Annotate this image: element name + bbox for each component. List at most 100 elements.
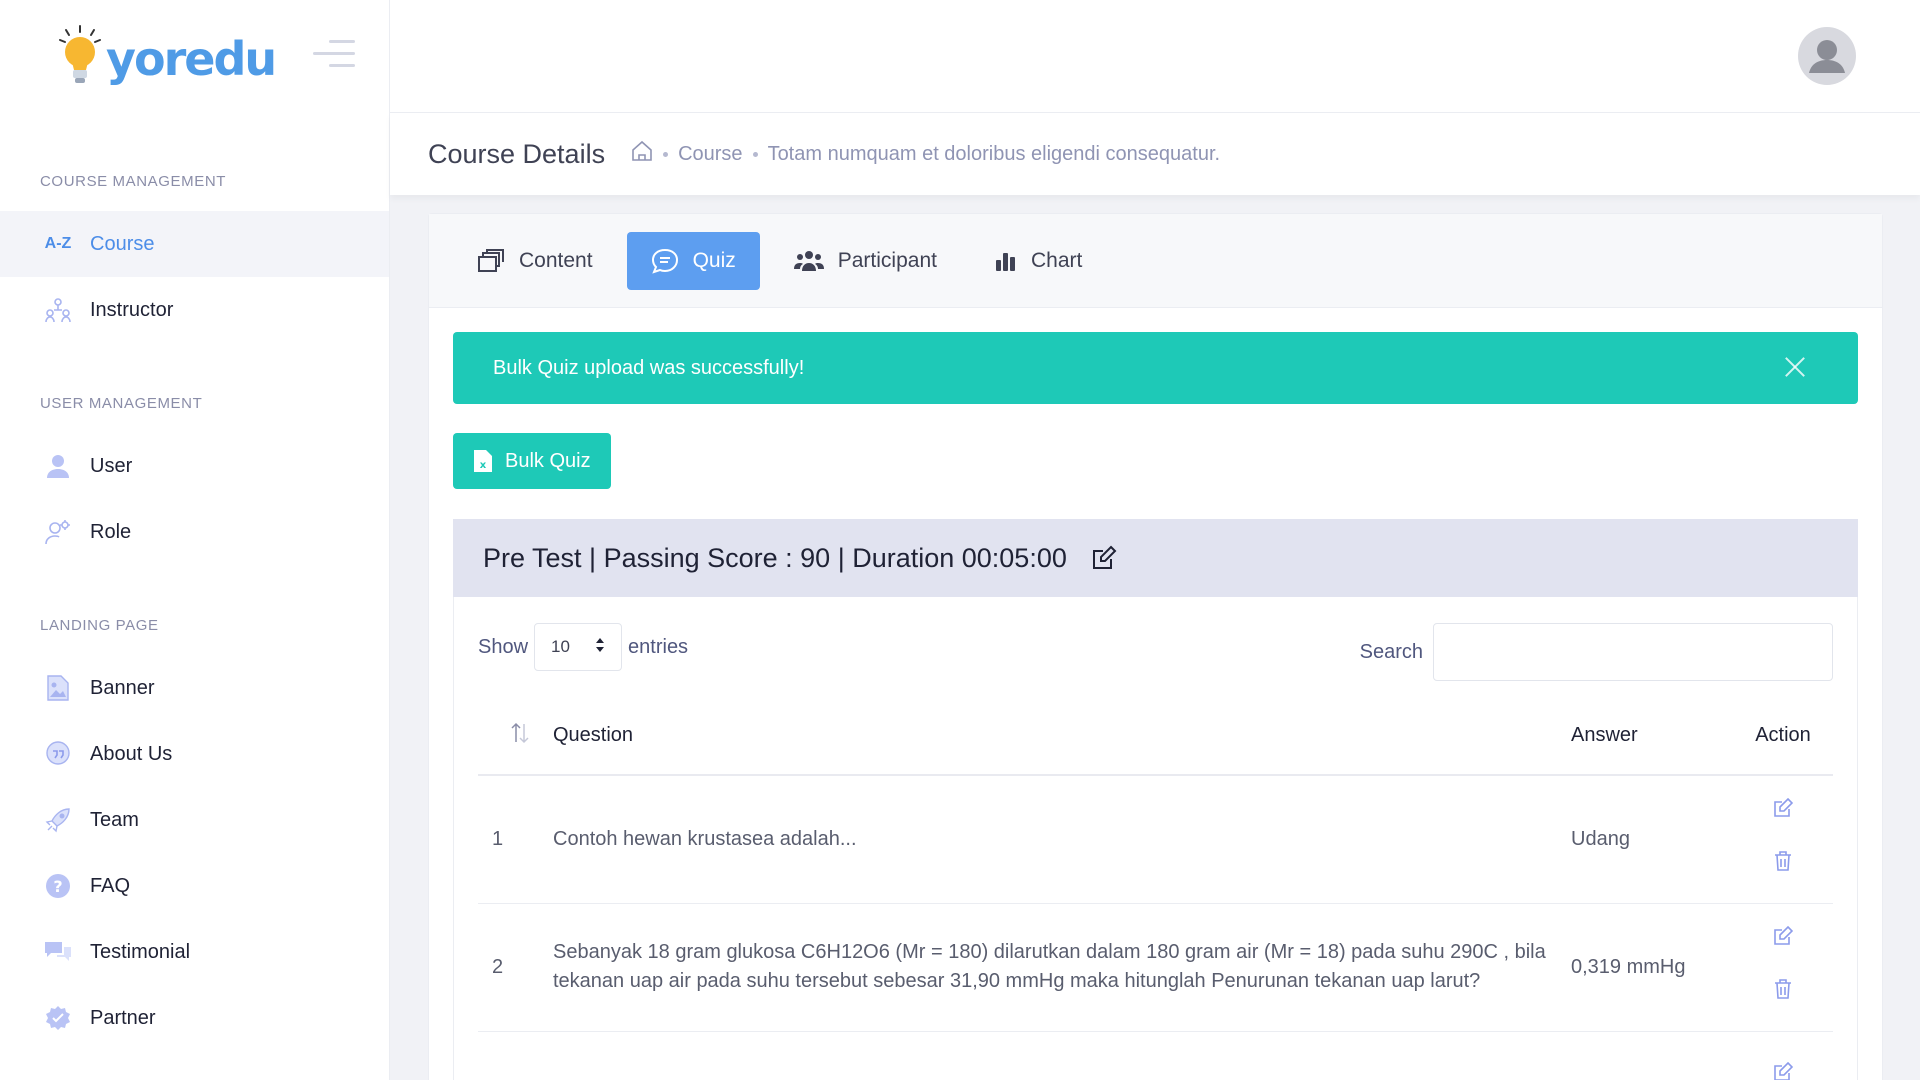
edit-icon[interactable] <box>1773 925 1794 955</box>
sidebar-item-instructor[interactable]: Instructor <box>0 277 389 343</box>
sidebar-item-label: Banner <box>90 676 155 699</box>
user-icon <box>44 452 72 480</box>
tab-bar: Content Quiz Participant Chart <box>429 214 1882 308</box>
sidebar-item-label: Partner <box>90 1006 156 1029</box>
sidebar-item-label: Instructor <box>90 298 174 321</box>
svg-text:x: x <box>480 460 487 471</box>
tab-participant[interactable]: Participant <box>770 232 961 290</box>
search-input[interactable] <box>1433 623 1833 681</box>
page-title: Course Details <box>428 138 606 169</box>
menu-toggle-icon[interactable] <box>313 40 355 76</box>
sidebar-item-label: Role <box>90 520 132 543</box>
image-file-icon <box>44 674 72 702</box>
sort-icon <box>492 722 530 749</box>
people-tree-icon <box>44 296 72 324</box>
excel-file-icon: x <box>473 449 493 473</box>
trash-icon[interactable] <box>1774 979 1792 1008</box>
tab-quiz[interactable]: Quiz <box>626 231 760 290</box>
sidebar-item-testimonial[interactable]: Testimonial <box>0 919 389 985</box>
tab-label: Quiz <box>692 248 736 272</box>
sidebar-item-about-us[interactable]: About Us <box>0 721 389 787</box>
table-row: 2 Sebanyak 18 gram glukosa C6H12O6 (Mr =… <box>478 903 1833 1032</box>
sidebar-item-label: Course <box>90 232 155 255</box>
chat-icon <box>44 938 72 966</box>
alert-message: Bulk Quiz upload was successfully! <box>493 356 805 379</box>
home-icon[interactable] <box>631 140 653 168</box>
topbar <box>390 0 1920 113</box>
row-answer: Udang <box>1571 775 1733 904</box>
course-detail-card: Content Quiz Participant Chart Bulk Quiz… <box>428 213 1883 1080</box>
subheader: Course Details Course Totam numquam et d… <box>390 113 1920 195</box>
row-number: 2 <box>478 903 553 1032</box>
row-actions <box>1733 1031 1833 1080</box>
sidebar-item-label: Team <box>90 808 139 831</box>
table-header-row: Question Answer Action <box>478 697 1833 776</box>
user-gear-icon <box>44 518 72 546</box>
badge-check-icon <box>44 1004 72 1032</box>
quiz-table-wrapper: Show 10 entries Search Question Answer A… <box>453 597 1858 1080</box>
sidebar-item-user[interactable]: User <box>0 433 389 499</box>
breadcrumb: Course Totam numquam et doloribus eligen… <box>631 140 1220 168</box>
close-icon[interactable] <box>1782 354 1808 380</box>
edit-icon[interactable] <box>1091 545 1117 571</box>
table-row: 1 Contoh hewan krustasea adalah... Udang <box>478 775 1833 904</box>
table-search: Search <box>1360 623 1833 681</box>
entries-length: Show 10 entries <box>478 623 688 671</box>
sort-arrows-icon <box>595 637 605 658</box>
user-avatar[interactable] <box>1798 27 1856 85</box>
answer-column-header[interactable]: Answer <box>1571 697 1733 776</box>
sidebar-item-banner[interactable]: Banner <box>0 655 389 721</box>
svg-text:?: ? <box>53 877 62 896</box>
entries-label: entries <box>628 635 689 658</box>
sidebar-item-label: Testimonial <box>90 940 191 963</box>
brand-logo[interactable]: yoredu <box>58 24 277 93</box>
action-column-header: Action <box>1733 697 1833 776</box>
sidebar-item-faq[interactable]: ? FAQ <box>0 853 389 919</box>
lightbulb-icon <box>58 24 102 93</box>
quiz-header-title: Pre Test | Passing Score : 90 | Duration… <box>483 542 1067 573</box>
breadcrumb-course[interactable]: Course <box>678 143 742 166</box>
rocket-icon <box>44 806 72 834</box>
sidebar-item-team[interactable]: Team <box>0 787 389 853</box>
question-icon: ? <box>44 872 72 900</box>
quote-bubble-icon <box>44 740 72 768</box>
show-label: Show <box>478 635 529 658</box>
search-label: Search <box>1359 640 1423 663</box>
table-row <box>478 1031 1833 1080</box>
tab-chart[interactable]: Chart <box>971 232 1106 290</box>
chat-bubble-icon <box>651 248 679 274</box>
entries-value: 10 <box>551 637 570 656</box>
brand-name: yoredu <box>106 31 277 86</box>
sort-column-header[interactable] <box>478 697 553 776</box>
quiz-header: Pre Test | Passing Score : 90 | Duration… <box>453 519 1858 597</box>
edit-icon[interactable] <box>1773 1061 1794 1080</box>
sidebar-item-course[interactable]: A-Z Course <box>0 211 389 277</box>
quiz-table: Question Answer Action 1 Contoh hewan kr… <box>478 697 1833 1080</box>
success-alert: Bulk Quiz upload was successfully! <box>453 332 1858 404</box>
edit-icon[interactable] <box>1773 798 1794 827</box>
row-actions <box>1733 775 1833 904</box>
sidebar-item-label: FAQ <box>90 874 131 897</box>
sidebar-item-role[interactable]: Role <box>0 499 389 565</box>
copy-icon <box>477 248 505 273</box>
trash-icon[interactable] <box>1774 851 1792 880</box>
users-icon <box>793 250 824 272</box>
row-question: Contoh hewan krustasea adalah... <box>553 775 1571 904</box>
row-number: 1 <box>478 775 553 904</box>
entries-select[interactable]: 10 <box>534 623 623 671</box>
sidebar: yoredu COURSE MANAGEMENT A-Z Course Inst… <box>0 0 390 1080</box>
sidebar-item-label: User <box>90 454 133 477</box>
question-column-header[interactable]: Question <box>553 697 1571 776</box>
breadcrumb-current[interactable]: Totam numquam et doloribus eligendi cons… <box>768 143 1221 166</box>
tab-content[interactable]: Content <box>477 232 617 290</box>
sidebar-item-label: About Us <box>90 742 173 765</box>
section-course-management: COURSE MANAGEMENT <box>40 173 227 190</box>
sidebar-item-partner[interactable]: Partner <box>0 985 389 1051</box>
bar-chart-icon <box>995 250 1017 272</box>
bulk-quiz-label: Bulk Quiz <box>505 449 591 472</box>
row-question: Sebanyak 18 gram glukosa C6H12O6 (Mr = 1… <box>553 903 1571 1032</box>
bulk-quiz-button[interactable]: x Bulk Quiz <box>453 433 611 489</box>
row-actions <box>1733 903 1833 1032</box>
section-landing-page: LANDING PAGE <box>40 617 159 634</box>
tab-label: Content <box>519 248 593 272</box>
